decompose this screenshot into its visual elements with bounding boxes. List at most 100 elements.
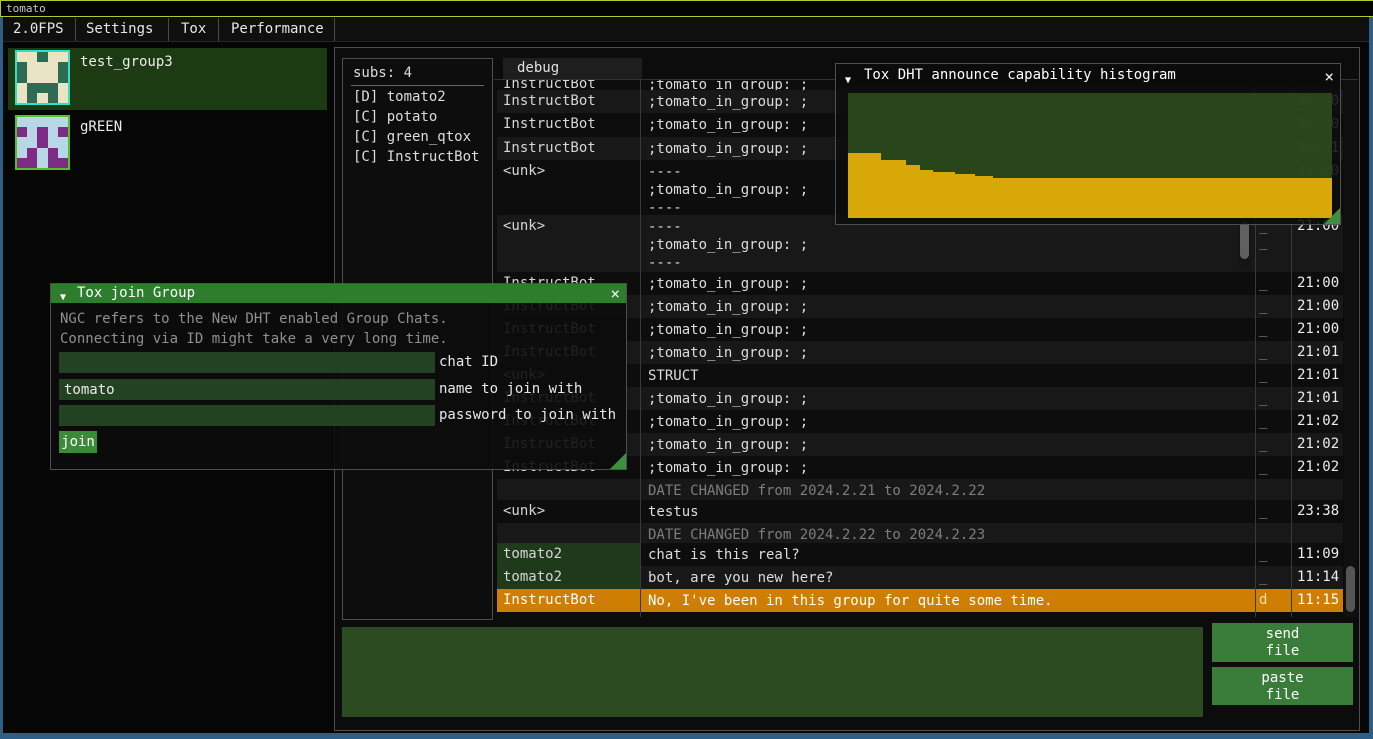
avatar-pixel [37,137,47,147]
avatar-pixel [17,93,27,103]
message-timestamp: 21:02 [1297,436,1341,452]
message-text: DATE CHANGED from 2024.2.21 to 2024.2.22 [648,482,1248,500]
message-text: ;tomato_in_group: ; [648,390,1248,408]
message-status-flags: d _ [1259,592,1287,617]
avatar-pixel [37,72,47,82]
collapse-arrow-icon[interactable]: ▼ [60,288,66,307]
message-timestamp: 21:00 [1297,321,1341,337]
join-info-line: Connecting via ID might take a very long… [60,331,448,347]
tab-debug[interactable]: debug [503,58,642,79]
dht-histogram-title: Tox DHT announce capability histogram [864,64,1176,86]
avatar-pixel [58,62,68,72]
subs-member-item[interactable]: [C] green_qtox [353,129,471,145]
resize-grip-icon[interactable] [1324,208,1340,224]
avatar-pixel [37,117,47,127]
avatar-pixel [37,158,47,168]
sender-name: InstructBot [497,589,640,612]
sender-name: InstructBot [497,90,640,113]
message-line: ;tomato_in_group: ; [648,236,1248,254]
sender-name: tomato2 [497,543,640,566]
sender-name: InstructBot [497,113,640,136]
avatar-pixel [48,83,58,93]
sender-name: <unk> [497,500,640,523]
avatar-pixel [27,117,37,127]
menu-item-performance[interactable]: Performance [231,21,324,37]
join-button[interactable]: join [59,431,97,453]
avatar-pixel [48,62,58,72]
message-timestamp: 21:00 [1297,275,1341,291]
sender-name: InstructBot [497,137,640,160]
join-field-name-to-join-with[interactable] [59,379,435,400]
histogram-bar [933,172,955,218]
message-line: ;tomato_in_group: ; [648,321,1248,339]
group-item-green[interactable]: gREEN [8,113,327,175]
dht-histogram-titlebar[interactable]: ▼ Tox DHT announce capability histogram … [836,64,1340,86]
message-row[interactable]: tomato2bot, are you new here?_ _11:14 [497,566,1343,589]
join-group-dialog: ▼ Tox join Group × NGC refers to the New… [50,283,627,470]
subs-member-item[interactable]: [C] InstructBot [353,149,479,165]
histogram-bar [993,178,1332,218]
message-timestamp: 23:38 [1297,503,1341,519]
menu-item-settings[interactable]: Settings [86,21,153,37]
dht-histogram-window: ▼ Tox DHT announce capability histogram … [835,63,1341,225]
join-field-chat-id[interactable] [59,352,435,373]
avatar-pixel [27,62,37,72]
subs-count-label: subs: 4 [353,65,412,81]
message-line: DATE CHANGED from 2024.2.21 to 2024.2.22 [648,482,1248,500]
close-icon[interactable]: × [1324,66,1334,88]
message-row[interactable]: InstructBot No, I've been in this group f… [497,589,1343,612]
avatar-pixel [48,52,58,62]
collapse-arrow-icon[interactable]: ▼ [845,70,851,92]
histogram-bar [881,160,906,218]
message-line: ;tomato_in_group: ; [648,298,1248,316]
message-timestamp: 21:02 [1297,413,1341,429]
menu-item-2-0fps: 2.0FPS [13,21,64,37]
subs-member-item[interactable]: [C] potato [353,109,437,125]
close-icon[interactable]: × [610,284,620,303]
histogram-bar [848,153,881,218]
join-field-label: name to join with [439,381,582,397]
subs-member-item[interactable]: [D] tomato2 [353,89,446,105]
send-file-button[interactable]: send file [1212,623,1353,662]
group-item-test_group3[interactable]: test_group3 [8,48,327,110]
histogram-bar [906,165,920,218]
join-group-titlebar[interactable]: ▼ Tox join Group × [51,284,626,303]
group-avatar [15,115,70,170]
join-field-password-to-join-with[interactable] [59,405,435,426]
window-border-right [1369,17,1373,733]
avatar-pixel [27,148,37,158]
cell-scrollbar-thumb[interactable] [1240,221,1249,259]
message-input[interactable] [342,627,1203,717]
window-titlebar[interactable]: tomato [0,0,1373,17]
message-line: No, I've been in this group for quite so… [648,592,1248,610]
message-line: chat is this real? [648,546,1248,564]
avatar-pixel [58,148,68,158]
avatar-pixel [27,52,37,62]
avatar-pixel [58,93,68,103]
window-border-bottom [0,733,1373,739]
message-row[interactable]: <unk>testus_ _23:38 [497,500,1343,523]
avatar-pixel [48,148,58,158]
sender-name [497,479,640,500]
avatar-pixel [17,137,27,147]
paste-file-button[interactable]: paste file [1212,667,1353,705]
message-text: ;tomato_in_group: ; [648,275,1248,293]
message-row[interactable]: tomato2chat is this real?_ _11:09 [497,543,1343,566]
chat-scrollbar-thumb[interactable] [1346,566,1355,612]
message-line: ;tomato_in_group: ; [648,459,1248,477]
avatar-pixel [58,117,68,127]
message-timestamp: 11:09 [1297,546,1341,562]
avatar-pixel [37,52,47,62]
date-divider-row: DATE CHANGED from 2024.2.22 to 2024.2.23 [497,523,1343,543]
join-field-label: chat ID [439,354,498,370]
avatar-pixel [27,83,37,93]
avatar-pixel [37,148,47,158]
group-name-label: gREEN [80,119,122,135]
resize-grip-icon[interactable] [610,453,626,469]
group-name-label: test_group3 [80,54,173,70]
message-line: ---- [648,254,1248,272]
menu-item-tox[interactable]: Tox [181,21,206,37]
chat-scrollbar-track[interactable] [1344,80,1357,617]
avatar-pixel [48,158,58,168]
avatar-pixel [58,52,68,62]
